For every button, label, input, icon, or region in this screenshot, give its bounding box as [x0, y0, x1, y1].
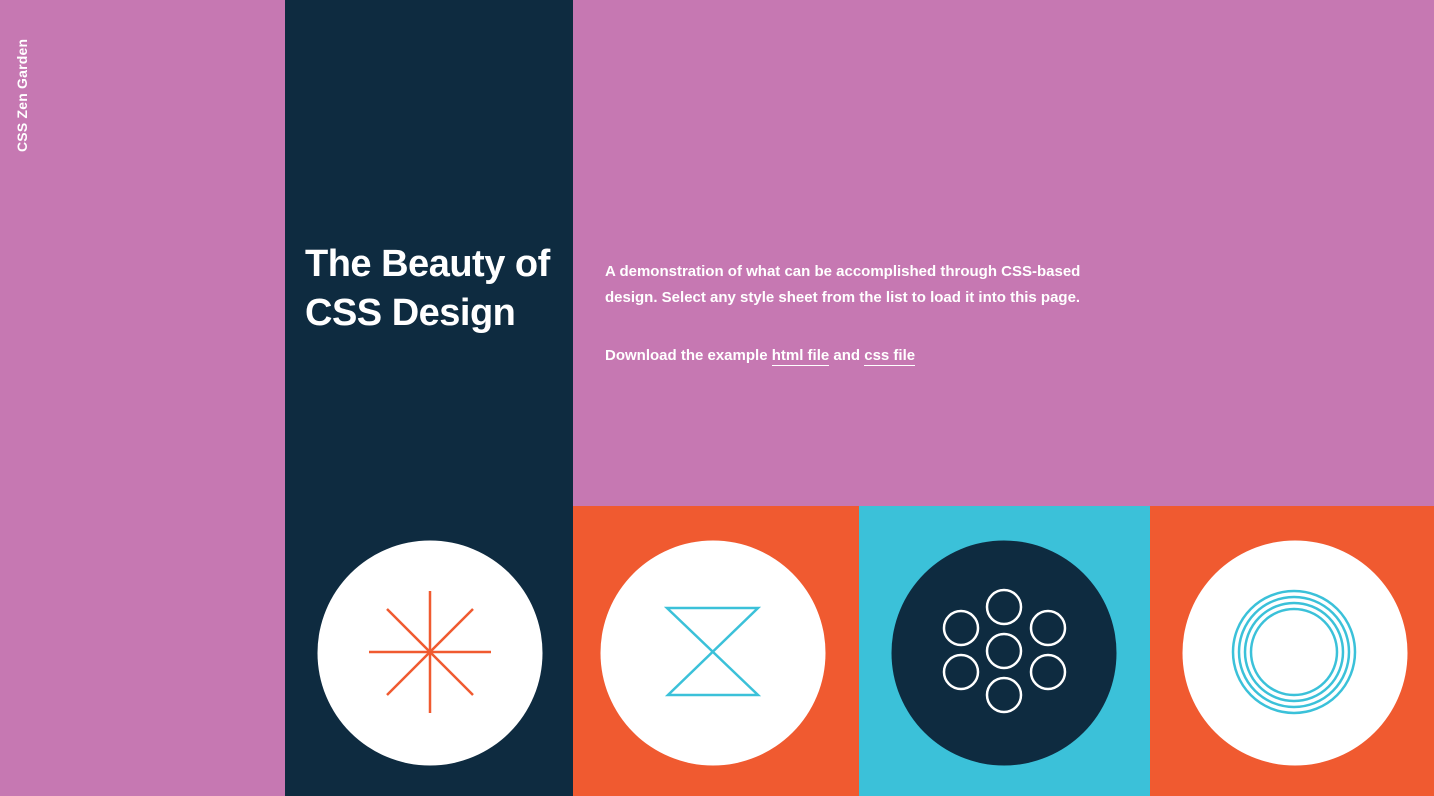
css-file-link[interactable]: css file — [864, 347, 916, 366]
download-conjunction: and — [829, 347, 865, 364]
download-line: Download the example html file and css f… — [605, 343, 916, 369]
page-title: The Beauty of CSS Design — [305, 243, 550, 334]
emblem-disc — [891, 540, 1117, 766]
emblem-disc — [1182, 540, 1408, 766]
concentric-rings-emblem — [1182, 540, 1408, 766]
intro-text: A demonstration of what can be accomplis… — [605, 263, 1081, 306]
intro-panel: A demonstration of what can be accomplis… — [573, 0, 1434, 506]
download-prefix: Download the example — [605, 347, 772, 364]
circle-cluster-emblem — [891, 540, 1117, 766]
asterisk-emblem — [317, 540, 543, 766]
asterisk-icon — [369, 591, 491, 713]
left-panel: CSS Zen Garden — [0, 0, 285, 796]
html-file-link[interactable]: html file — [771, 347, 830, 366]
hourglass-emblem — [600, 540, 826, 766]
site-brand: CSS Zen Garden — [14, 38, 30, 152]
